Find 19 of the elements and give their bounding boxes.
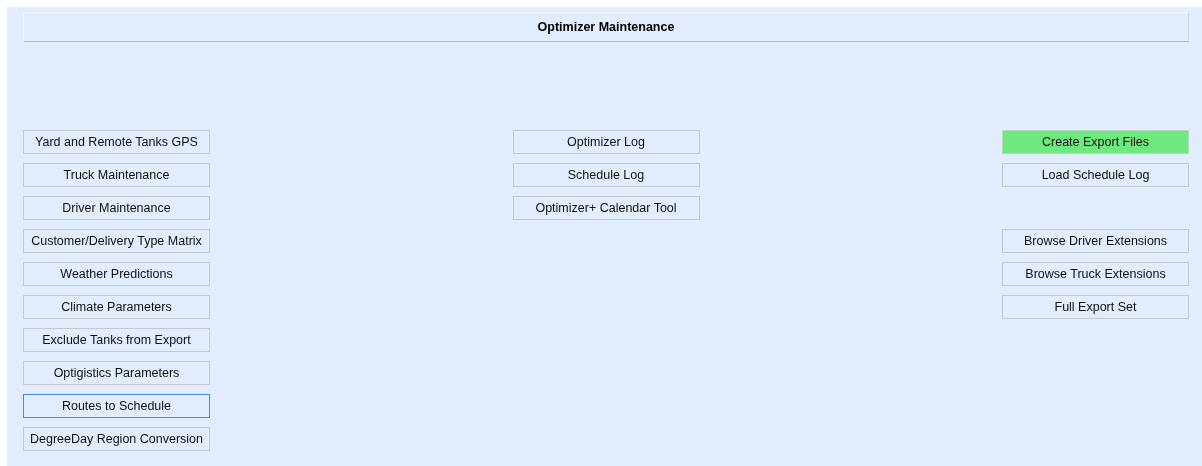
menu-button[interactable]: Weather Predictions: [23, 262, 210, 286]
menu-button[interactable]: Schedule Log: [512, 163, 700, 187]
menu-button[interactable]: Browse Truck Extensions: [1002, 262, 1189, 286]
menu-button[interactable]: Load Schedule Log: [1002, 163, 1189, 187]
menu-button[interactable]: Optimizer Log: [512, 130, 700, 154]
menu-button[interactable]: Exclude Tanks from Export: [23, 328, 210, 352]
menu-button[interactable]: Truck Maintenance: [23, 163, 210, 187]
menu-button[interactable]: Full Export Set: [1002, 295, 1189, 319]
menu-button[interactable]: Routes to Schedule: [23, 394, 210, 418]
menu-button[interactable]: DegreeDay Region Conversion: [23, 427, 210, 451]
menu-button[interactable]: Yard and Remote Tanks GPS: [23, 130, 210, 154]
menu-button[interactable]: Browse Driver Extensions: [1002, 229, 1189, 253]
menu-button[interactable]: Driver Maintenance: [23, 196, 210, 220]
menu-button[interactable]: Create Export Files: [1002, 130, 1189, 154]
menu-button[interactable]: Optigistics Parameters: [23, 361, 210, 385]
menu-button[interactable]: Optimizer+ Calendar Tool: [512, 196, 700, 220]
menu-button[interactable]: Climate Parameters: [23, 295, 210, 319]
window-title: Optimizer Maintenance: [23, 12, 1189, 42]
menu-button[interactable]: Customer/Delivery Type Matrix: [23, 229, 210, 253]
